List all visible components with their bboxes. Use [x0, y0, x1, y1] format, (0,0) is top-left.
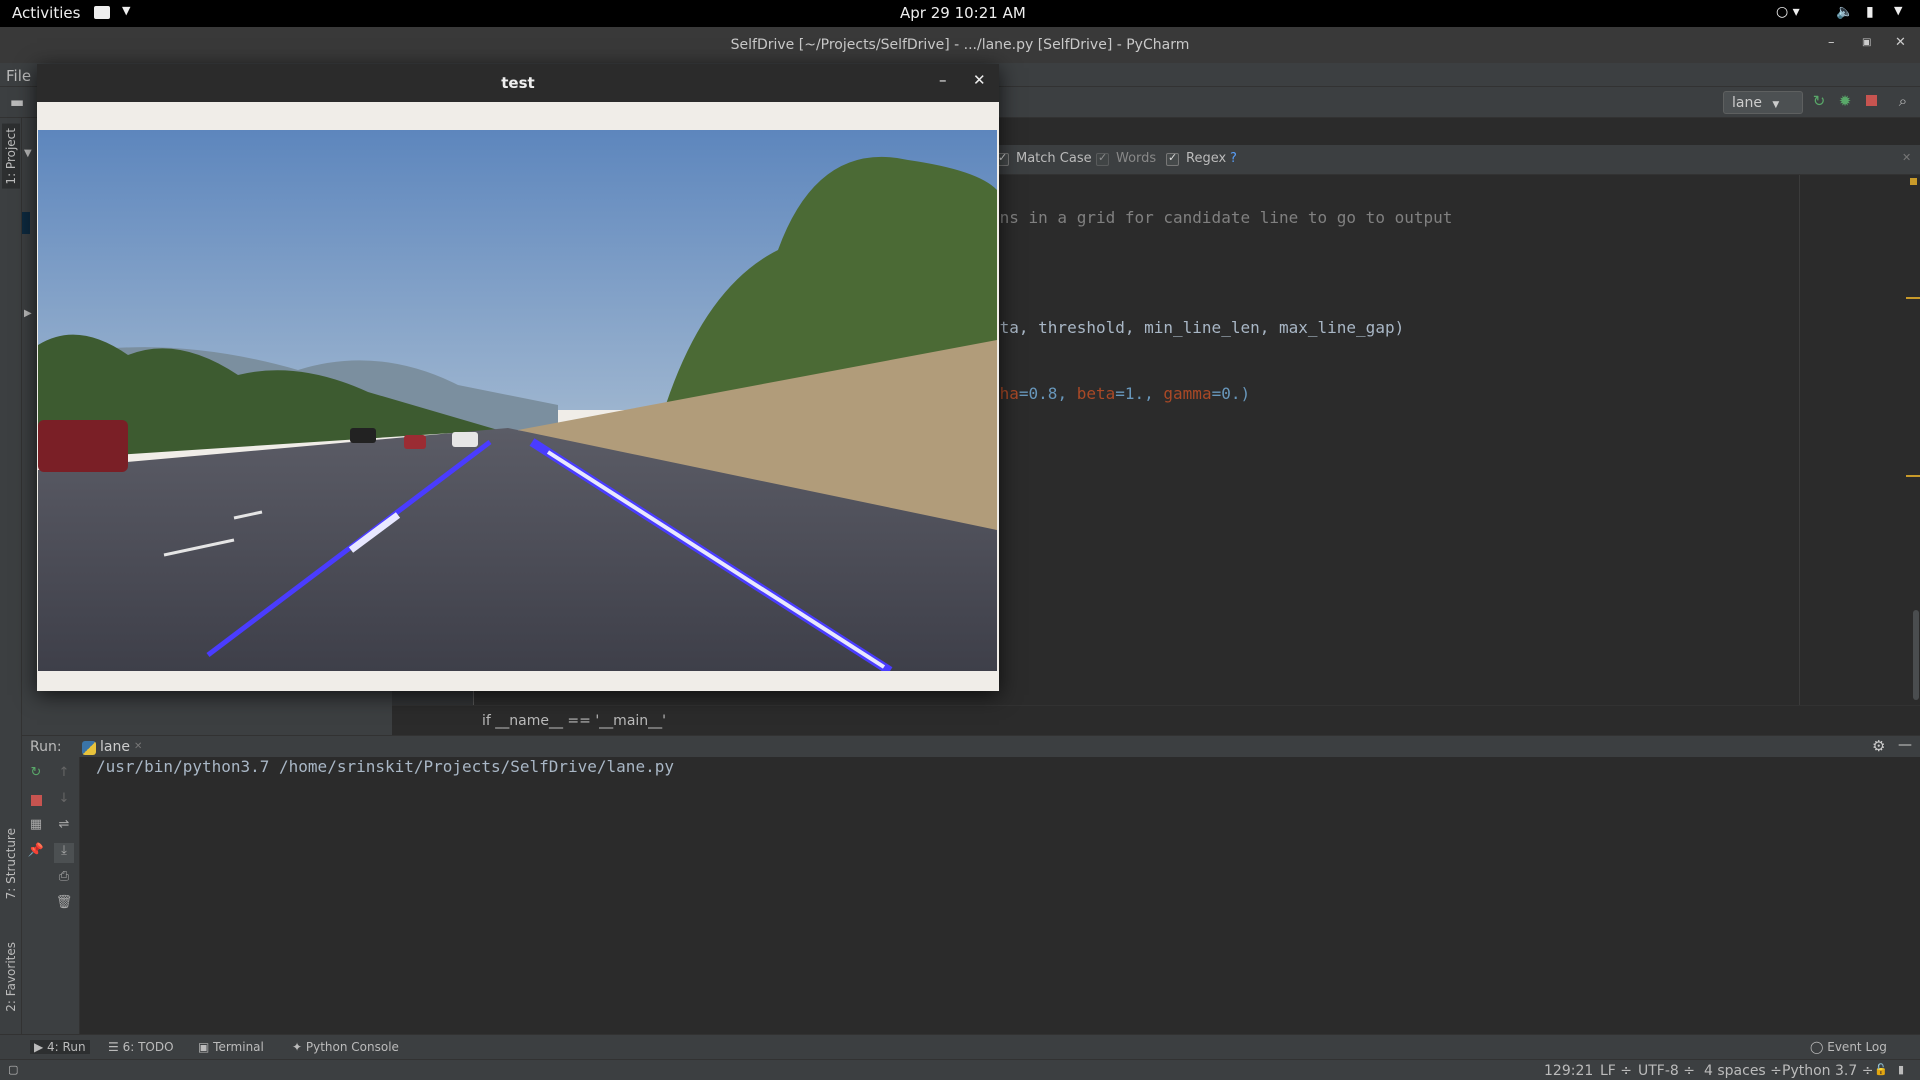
match-case-label[interactable]: Match Case: [1016, 151, 1092, 166]
run-panel-toolbar: ↻ ▦ 📌 ↑ ↓ ⇌ ⤓ ⎙ 🗑: [22, 757, 80, 1034]
chevron-down-icon: ▼: [1772, 100, 1780, 110]
run-config-label: lane: [1732, 95, 1762, 111]
tree-collapse-icon[interactable]: ▶: [24, 308, 32, 319]
python-console-icon: ✦: [292, 1040, 306, 1054]
file-encoding[interactable]: UTF-8 ÷: [1638, 1063, 1695, 1079]
regex-label[interactable]: Regex: [1186, 151, 1226, 166]
words-checkbox[interactable]: [1096, 151, 1109, 166]
stripe-mark[interactable]: [1906, 297, 1920, 299]
rerun-icon[interactable]: ↻: [26, 765, 46, 785]
console-output: /usr/bin/python3.7 /home/srinskit/Projec…: [96, 757, 674, 776]
window-title-bar: SelfDrive [~/Projects/SelfDrive] - .../l…: [0, 27, 1920, 63]
terminal-icon: ▣: [198, 1040, 214, 1054]
error-stripe[interactable]: [1900, 175, 1920, 705]
code-line: pha=0.8, beta=1., gamma=0.): [990, 384, 1251, 403]
road-lane-image: [38, 130, 997, 671]
regex-checkbox[interactable]: [1166, 151, 1179, 166]
test-window-title: test: [501, 74, 535, 92]
close-tab-icon[interactable]: ✕: [134, 741, 142, 752]
search-icon[interactable]: ⌕: [1894, 92, 1912, 110]
volume-icon[interactable]: 🔈: [1836, 4, 1853, 20]
editor-scrollbar[interactable]: [1913, 610, 1919, 700]
close-icon[interactable]: ✕: [973, 71, 986, 89]
gear-icon[interactable]: ⚙: [1872, 737, 1885, 755]
run-icon: ▶: [34, 1040, 48, 1054]
breadcrumb-item[interactable]: if __name__ == '__main__': [482, 713, 666, 729]
pin-icon[interactable]: 📌: [26, 843, 46, 863]
event-log-icon: ◯: [1810, 1040, 1828, 1054]
battery-icon[interactable]: ▮: [1866, 4, 1874, 20]
run-panel-header: Run: lane ✕ ⚙ —: [22, 735, 1920, 757]
selected-tree-row[interactable]: [22, 212, 30, 234]
status-indicator-icon[interactable]: ○ ▾: [1776, 4, 1800, 20]
soft-wrap-icon[interactable]: ⇌: [54, 817, 74, 837]
tab-project[interactable]: 1: Project: [2, 124, 20, 189]
clock[interactable]: Apr 29 10:21 AM: [900, 4, 1026, 22]
test-image-window[interactable]: test – ✕: [37, 64, 999, 691]
tab-structure[interactable]: 7: Structure: [2, 824, 20, 903]
test-window-title-bar[interactable]: test – ✕: [37, 64, 999, 102]
python-interpreter[interactable]: Python 3.7 ÷: [1782, 1063, 1873, 1079]
close-icon[interactable]: ✕: [1895, 35, 1906, 50]
system-top-bar: Activities ▼ Apr 29 10:21 AM ○ ▾ 🔈 ▮ ▼: [0, 0, 1920, 27]
window-title: SelfDrive [~/Projects/SelfDrive] - .../l…: [730, 37, 1190, 53]
tab-python-console[interactable]: ✦ Python Console: [292, 1040, 399, 1054]
rerun-icon[interactable]: ↻: [1810, 92, 1828, 110]
activities-button[interactable]: Activities: [12, 4, 80, 22]
scroll-to-end-icon[interactable]: ⤓: [54, 843, 74, 863]
system-menu-chevron-icon[interactable]: ▼: [1894, 4, 1902, 17]
tab-todo[interactable]: ☰ 6: TODO: [108, 1040, 174, 1054]
code-line: eta, threshold, min_line_len, max_line_g…: [990, 318, 1405, 337]
stop-icon[interactable]: [26, 791, 46, 811]
app-menu-icon[interactable]: [94, 6, 110, 19]
run-tab-lane[interactable]: lane: [100, 739, 130, 755]
run-label: Run:: [30, 739, 62, 755]
vehicle: [350, 428, 376, 443]
minimize-icon[interactable]: –: [939, 71, 947, 89]
debug-icon[interactable]: ✹: [1836, 92, 1854, 110]
lock-icon[interactable]: 🔓: [1874, 1063, 1888, 1076]
tool-window-bar: ▶ 4: Run ☰ 6: TODO ▣ Terminal ✦ Python C…: [0, 1034, 1920, 1059]
tab-run[interactable]: ▶ 4: Run: [30, 1040, 90, 1054]
python-icon: [82, 741, 96, 755]
line-separator[interactable]: LF ÷: [1600, 1063, 1632, 1079]
vehicle: [404, 435, 426, 449]
menu-file[interactable]: File: [6, 67, 31, 85]
close-find-icon[interactable]: ✕: [1902, 151, 1911, 164]
tree-expand-icon[interactable]: ▼: [24, 148, 32, 159]
stop-icon[interactable]: [1862, 92, 1880, 110]
words-label[interactable]: Words: [1116, 151, 1156, 166]
stripe-mark[interactable]: [1906, 475, 1920, 477]
indent-setting[interactable]: 4 spaces ÷: [1704, 1063, 1782, 1079]
regex-help-link[interactable]: ?: [1230, 151, 1237, 166]
layout-icon[interactable]: ▦: [26, 817, 46, 837]
print-icon[interactable]: ⎙: [54, 869, 74, 889]
red-vehicle: [38, 420, 128, 472]
chevron-down-icon[interactable]: ▼: [122, 4, 130, 17]
down-arrow-icon[interactable]: ↓: [54, 791, 74, 811]
code-line: ons in a grid for candidate line to go t…: [990, 208, 1453, 227]
tab-terminal[interactable]: ▣ Terminal: [198, 1040, 264, 1054]
minimize-icon[interactable]: –: [1828, 35, 1835, 50]
caret-position[interactable]: 129:21: [1544, 1063, 1593, 1079]
folder-icon[interactable]: ▬: [8, 93, 26, 111]
tab-favorites[interactable]: 2: Favorites: [2, 938, 20, 1016]
run-console[interactable]: /usr/bin/python3.7 /home/srinskit/Projec…: [80, 757, 1920, 1034]
left-tool-strip: 1: Project 7: Structure 2: Favorites: [0, 118, 22, 1034]
list-icon: ☰: [108, 1040, 123, 1054]
trash-icon[interactable]: ▮: [1898, 1063, 1904, 1076]
tool-windows-toggle-icon[interactable]: ▢: [8, 1063, 18, 1076]
vehicle: [452, 432, 478, 447]
status-bar: ▢ 129:21 LF ÷ UTF-8 ÷ 4 spaces ÷ Python …: [0, 1059, 1920, 1080]
event-log-button[interactable]: ◯ Event Log: [1810, 1040, 1887, 1054]
hide-panel-icon[interactable]: —: [1898, 737, 1912, 753]
right-margin-guide: [1799, 175, 1800, 705]
breadcrumb: if __name__ == '__main__': [392, 705, 1920, 735]
maximize-icon[interactable]: ▣: [1862, 37, 1871, 48]
trash-icon[interactable]: 🗑: [54, 895, 74, 915]
run-configuration-select[interactable]: lane ▼: [1723, 91, 1803, 114]
inspection-status-icon[interactable]: [1910, 178, 1917, 185]
up-arrow-icon[interactable]: ↑: [54, 765, 74, 785]
